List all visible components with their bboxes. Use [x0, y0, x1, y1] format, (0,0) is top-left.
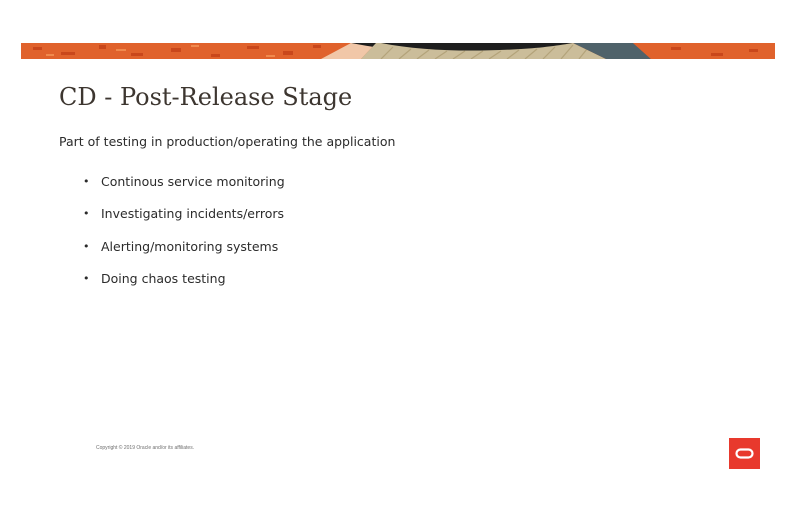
- slide-title: CD - Post-Release Stage: [59, 83, 353, 111]
- slide: CD - Post-Release Stage Part of testing …: [0, 0, 805, 532]
- bullet-dot-icon: •: [83, 174, 90, 188]
- bullet-item: • Investigating incidents/errors: [83, 198, 285, 231]
- bullet-text: Doing chaos testing: [101, 271, 226, 287]
- bullet-text: Continous service monitoring: [101, 173, 285, 189]
- oracle-logo-icon: [729, 438, 760, 469]
- bullet-dot-icon: •: [83, 239, 90, 253]
- bullet-item: • Alerting/monitoring systems: [83, 230, 285, 263]
- bullet-dot-icon: •: [83, 272, 90, 286]
- bullet-text: Alerting/monitoring systems: [101, 238, 279, 254]
- bullet-list: • Continous service monitoring • Investi…: [83, 165, 285, 295]
- bullet-dot-icon: •: [83, 207, 90, 221]
- decorative-banner: [21, 43, 775, 59]
- bullet-text: Investigating incidents/errors: [101, 206, 285, 222]
- slide-intro-text: Part of testing in production/operating …: [59, 134, 396, 149]
- bullet-item: • Doing chaos testing: [83, 263, 285, 296]
- copyright-text: Copyright © 2019 Oracle and/or its affil…: [96, 445, 195, 451]
- bullet-item: • Continous service monitoring: [83, 165, 285, 198]
